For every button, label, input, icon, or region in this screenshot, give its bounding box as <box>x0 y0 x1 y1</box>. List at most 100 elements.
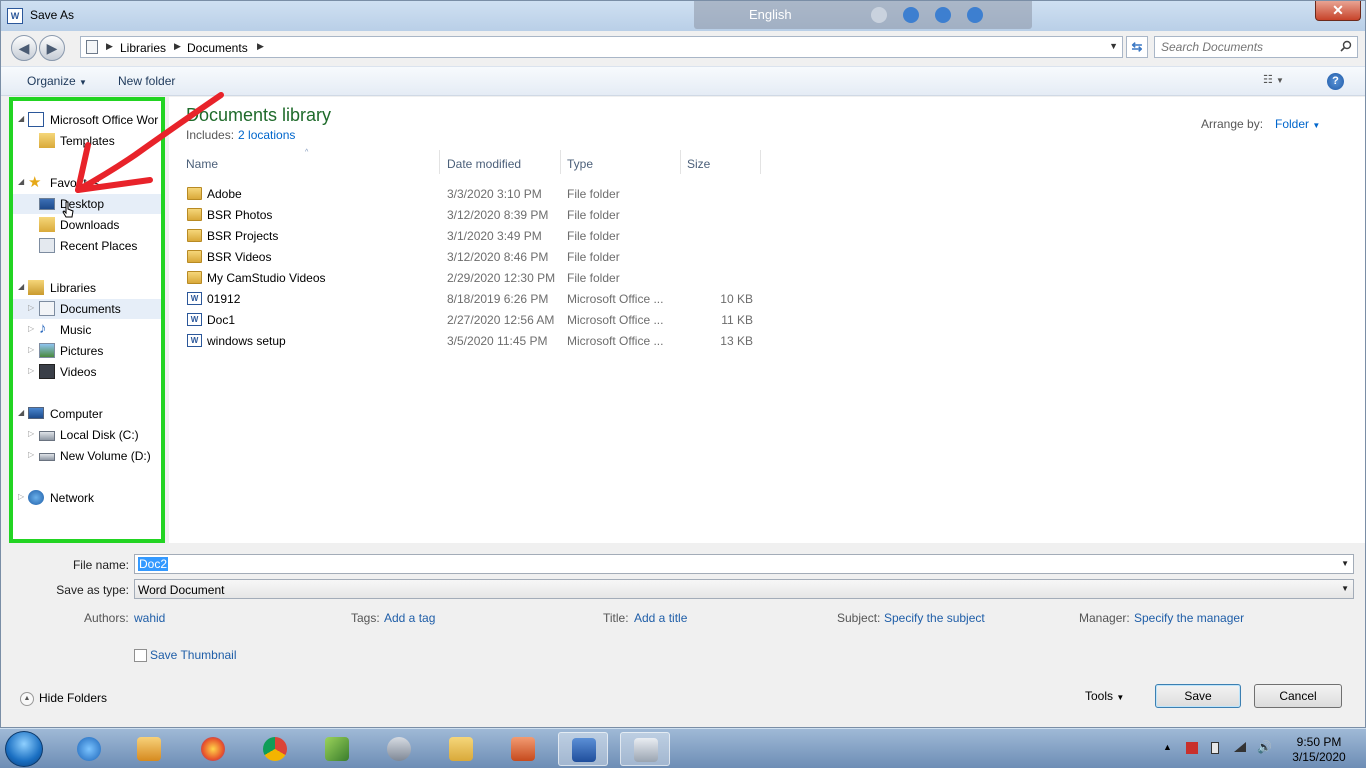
file-list-pane[interactable]: Documents library Includes: 2 locations A… <box>169 97 1365 543</box>
navigation-pane[interactable]: ◢ Microsoft Office Wor Templates ◢ ★ Fav… <box>9 97 165 543</box>
expanded-triangle-icon[interactable]: ◢ <box>18 408 24 417</box>
nav-item-desktop[interactable]: Desktop <box>13 194 161 214</box>
file-name-field[interactable]: Doc2 ▼ <box>134 554 1354 574</box>
locations-link[interactable]: 2 locations <box>238 128 295 142</box>
forward-button[interactable]: ▶ <box>39 35 65 61</box>
file-name-value[interactable]: Doc2 <box>138 557 169 571</box>
change-view-button[interactable]: ☷ ▼ <box>1263 73 1301 91</box>
breadcrumb-separator[interactable]: ▶ <box>174 41 181 52</box>
nav-item-network[interactable]: ▷ Network <box>13 488 161 508</box>
close-button[interactable]: ✕ <box>1315 1 1361 21</box>
taskbar-media-player[interactable] <box>124 732 174 766</box>
taskbar-powerpoint[interactable] <box>498 732 548 766</box>
column-header-size[interactable]: Size <box>681 150 761 174</box>
column-header-type[interactable]: Type <box>561 150 681 174</box>
language-bar-icon[interactable] <box>935 7 951 23</box>
file-row[interactable]: My CamStudio Videos 2/29/2020 12:30 PM F… <box>179 267 759 288</box>
title-value[interactable]: Add a title <box>634 611 687 625</box>
nav-item-favorites[interactable]: ◢ ★ Favorites <box>13 173 161 193</box>
nav-item-libraries[interactable]: ◢ Libraries <box>13 278 161 298</box>
collapsed-triangle-icon[interactable]: ▷ <box>28 429 34 438</box>
nav-item-templates[interactable]: Templates <box>13 131 161 151</box>
search-icon[interactable] <box>1340 40 1352 52</box>
authors-value[interactable]: wahid <box>134 611 165 625</box>
collapsed-triangle-icon[interactable]: ▷ <box>28 366 34 375</box>
manager-value[interactable]: Specify the manager <box>1134 611 1244 625</box>
collapsed-triangle-icon[interactable]: ▷ <box>28 450 34 459</box>
show-hidden-icons-icon[interactable]: ▲ <box>1163 742 1175 754</box>
nav-item-documents[interactable]: ▷ Documents <box>13 299 161 319</box>
language-label[interactable]: English <box>749 7 792 22</box>
file-row[interactable]: Adobe 3/3/2020 3:10 PM File folder <box>179 183 759 204</box>
collapsed-triangle-icon[interactable]: ▷ <box>18 492 24 501</box>
taskbar-file-explorer[interactable] <box>436 732 486 766</box>
file-row[interactable]: W Doc1 2/27/2020 12:56 AM Microsoft Offi… <box>179 309 759 330</box>
help-button[interactable]: ? <box>1327 73 1344 90</box>
breadcrumb[interactable]: ▶ Libraries ▶ Documents ▶ ▼ <box>80 36 1123 58</box>
collapsed-triangle-icon[interactable]: ▷ <box>28 324 34 333</box>
taskbar-app[interactable] <box>312 732 362 766</box>
taskbar-firefox[interactable] <box>188 732 238 766</box>
system-clock[interactable]: 9:50 PM 3/15/2020 <box>1283 735 1355 765</box>
chevron-down-icon[interactable]: ▼ <box>1341 584 1349 593</box>
taskbar-app[interactable] <box>374 732 424 766</box>
nav-item-music[interactable]: ▷ ♪ Music <box>13 320 161 340</box>
breadcrumb-separator[interactable]: ▶ <box>257 41 264 52</box>
nav-item-pictures[interactable]: ▷ Pictures <box>13 341 161 361</box>
volume-icon[interactable]: 🔊 <box>1257 740 1272 754</box>
search-input[interactable] <box>1155 37 1330 57</box>
file-row[interactable]: W 01912 8/18/2019 6:26 PM Microsoft Offi… <box>179 288 759 309</box>
arrange-by-dropdown[interactable]: Folder ▼ <box>1275 117 1320 131</box>
help-icon[interactable] <box>967 7 983 23</box>
file-row[interactable]: BSR Projects 3/1/2020 3:49 PM File folde… <box>179 225 759 246</box>
taskbar-internet-explorer[interactable] <box>64 732 114 766</box>
breadcrumb-documents[interactable]: Documents <box>187 41 248 55</box>
language-bar-icon[interactable] <box>871 7 887 23</box>
clock-time: 9:50 PM <box>1296 735 1342 749</box>
cancel-button[interactable]: Cancel <box>1254 684 1342 708</box>
new-folder-button[interactable]: New folder <box>118 74 175 88</box>
start-button[interactable] <box>5 731 43 767</box>
column-header-name[interactable]: Name <box>180 150 440 174</box>
nav-item-local-disk-c[interactable]: ▷ Local Disk (C:) <box>13 425 161 445</box>
save-as-type-select[interactable]: Word Document ▼ <box>134 579 1354 599</box>
column-header-date-modified[interactable]: Date modified <box>441 150 561 174</box>
tools-dropdown[interactable]: Tools ▼ <box>1085 689 1124 703</box>
expanded-triangle-icon[interactable]: ◢ <box>18 282 24 291</box>
chevron-down-icon[interactable]: ▼ <box>1341 559 1349 568</box>
collapsed-triangle-icon[interactable]: ▷ <box>28 303 34 312</box>
hide-folders-button[interactable]: ▲ Hide Folders <box>20 691 107 706</box>
save-thumbnail-checkbox[interactable] <box>134 649 147 662</box>
hide-folders-label: Hide Folders <box>39 691 108 705</box>
back-button[interactable]: ◀ <box>11 35 37 61</box>
subject-value[interactable]: Specify the subject <box>884 611 985 625</box>
save-thumbnail-label[interactable]: Save Thumbnail <box>150 648 237 662</box>
taskbar-chrome[interactable] <box>250 732 300 766</box>
expanded-triangle-icon[interactable]: ◢ <box>18 114 24 123</box>
network-signal-icon[interactable] <box>1234 742 1246 752</box>
file-row[interactable]: W windows setup 3/5/2020 11:45 PM Micros… <box>179 330 759 351</box>
nav-item-word-templates-root[interactable]: ◢ Microsoft Office Wor <box>13 110 161 130</box>
breadcrumb-separator[interactable]: ▶ <box>106 41 113 52</box>
save-button[interactable]: Save <box>1155 684 1241 708</box>
breadcrumb-libraries[interactable]: Libraries <box>120 41 166 55</box>
search-box[interactable] <box>1154 36 1358 58</box>
file-row[interactable]: BSR Photos 3/12/2020 8:39 PM File folder <box>179 204 759 225</box>
collapsed-triangle-icon[interactable]: ▷ <box>28 345 34 354</box>
taskbar-word[interactable] <box>558 732 608 766</box>
taskbar-recorder[interactable] <box>620 732 670 766</box>
tags-value[interactable]: Add a tag <box>384 611 435 625</box>
language-bar-icon[interactable] <box>903 7 919 23</box>
nav-item-recent-places[interactable]: Recent Places <box>13 236 161 256</box>
file-row[interactable]: BSR Videos 3/12/2020 8:46 PM File folder <box>179 246 759 267</box>
action-center-flag-icon[interactable] <box>1186 742 1198 754</box>
organize-button[interactable]: Organize ▼ <box>27 74 87 88</box>
nav-item-downloads[interactable]: Downloads <box>13 215 161 235</box>
expanded-triangle-icon[interactable]: ◢ <box>18 177 24 186</box>
nav-item-new-volume-d[interactable]: ▷ New Volume (D:) <box>13 446 161 466</box>
battery-icon[interactable] <box>1211 742 1219 754</box>
address-dropdown-icon[interactable]: ▼ <box>1109 41 1118 51</box>
refresh-button[interactable]: ⇆ <box>1126 36 1148 58</box>
nav-item-computer[interactable]: ◢ Computer <box>13 404 161 424</box>
nav-item-videos[interactable]: ▷ Videos <box>13 362 161 382</box>
